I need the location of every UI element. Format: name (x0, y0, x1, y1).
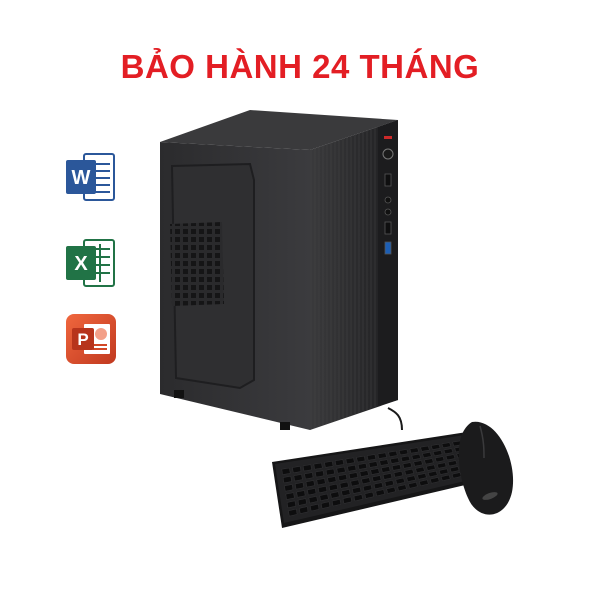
keyboard-key (293, 474, 303, 482)
keyboard-key (302, 464, 312, 472)
keyboard-key (366, 454, 377, 461)
word-letter: W (72, 167, 91, 189)
keyboard-key (356, 455, 366, 463)
keyboard-key (282, 476, 292, 484)
keyboard-key (315, 470, 325, 478)
keyboard-key (324, 461, 334, 468)
headline: BẢO HÀNH 24 THÁNG (120, 48, 480, 85)
excel-letter: X (74, 253, 88, 275)
keyboard-key (345, 457, 355, 465)
keyboard-key (334, 459, 345, 466)
powerpoint-icon: P (64, 312, 118, 366)
product-photo (150, 100, 570, 540)
keyboard-key (313, 462, 323, 470)
word-icon: W (64, 150, 118, 204)
excel-icon: X (64, 236, 118, 290)
keyboard-key (304, 472, 314, 480)
keyboard-key (292, 466, 302, 474)
keyboard-key (281, 467, 291, 475)
mouse (458, 421, 514, 515)
pc-case (160, 110, 398, 430)
powerpoint-letter: P (77, 330, 88, 349)
